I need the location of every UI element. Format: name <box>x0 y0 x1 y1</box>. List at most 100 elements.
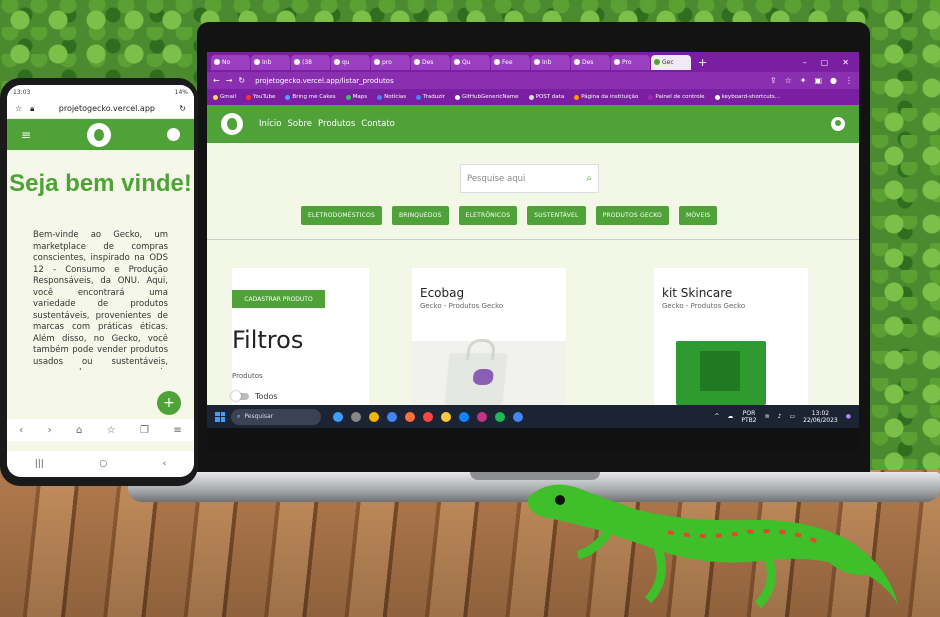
menu-icon[interactable]: ≡ <box>173 425 181 436</box>
gecko-logo-icon[interactable] <box>221 113 243 135</box>
add-product-button[interactable]: CADASTRAR PRODUTO <box>232 290 325 308</box>
recents-icon[interactable]: ||| <box>35 459 44 469</box>
browser-tab[interactable]: Inb <box>251 54 290 70</box>
reload-icon[interactable]: ↻ <box>179 104 186 113</box>
windows-start-icon[interactable] <box>215 411 225 422</box>
battery-icon[interactable]: ▭ <box>789 413 795 420</box>
browser-tab[interactable]: pro <box>371 54 410 70</box>
browser-tab[interactable]: Des <box>411 54 450 70</box>
share-icon[interactable]: ⇪ <box>770 76 777 85</box>
browser-tab[interactable]: (38 <box>291 54 330 70</box>
browser-tab[interactable]: Des <box>571 54 610 70</box>
star-icon[interactable]: ☆ <box>107 425 116 436</box>
back-icon[interactable]: ‹ <box>163 459 167 469</box>
nav-link-inicio[interactable]: Início <box>259 119 282 129</box>
home-button-icon[interactable]: ○ <box>99 459 107 469</box>
volume-icon[interactable]: ♪ <box>778 413 782 420</box>
search-icon[interactable]: ⌕ <box>586 173 592 184</box>
app-icon[interactable] <box>333 411 343 422</box>
category-sustentavel[interactable]: SUSTENTÁVEL <box>527 206 586 225</box>
folder-icon[interactable] <box>441 411 451 422</box>
edge-icon[interactable] <box>459 411 469 422</box>
category-moveis[interactable]: MÓVEIS <box>678 206 718 225</box>
home-icon[interactable]: ⌂ <box>76 425 82 436</box>
app-icon[interactable] <box>423 411 433 422</box>
bookmark[interactable]: Maps <box>345 94 367 100</box>
chrome-icon[interactable] <box>513 411 523 422</box>
nav-link-contato[interactable]: Contato <box>361 119 395 129</box>
bookmark-icon <box>574 94 580 100</box>
user-account-icon[interactable] <box>831 117 845 131</box>
back-icon[interactable]: ‹ <box>19 425 23 436</box>
wifi-icon[interactable]: ≋ <box>765 413 770 420</box>
bookmark[interactable]: Painel de controle <box>648 94 705 100</box>
bookmark[interactable]: Traduzir <box>416 94 445 100</box>
bookmark[interactable]: keyboard-shortcuts... <box>714 94 780 100</box>
extensions-icon[interactable]: ✦ <box>800 76 807 85</box>
new-tab-button[interactable]: + <box>698 56 707 69</box>
taskbar-search[interactable]: ⌕ Pesquisar <box>231 408 321 425</box>
tab-favicon-icon <box>494 59 500 65</box>
add-fab-button[interactable]: + <box>157 391 181 415</box>
browser-tab[interactable]: Inb <box>531 54 570 70</box>
star-icon[interactable]: ☆ <box>15 104 22 113</box>
category-list: ELETRODOMÉSTICOS BRINQUEDOS ELETRÔNICOS … <box>301 206 718 225</box>
gecko-logo-icon[interactable] <box>87 122 112 147</box>
welcome-title: Seja bem vinde! <box>9 170 192 197</box>
category-eletronicos[interactable]: ELETRÔNICOS <box>458 206 518 225</box>
product-card[interactable]: Ecobag Gecko - Produtos Gecko <box>412 268 566 405</box>
category-eletrodomesticos[interactable]: ELETRODOMÉSTICOS <box>301 206 382 225</box>
browser-tab[interactable]: No <box>211 54 250 70</box>
url-field[interactable]: projetogecko.vercel.app/listar_produtos <box>255 77 394 85</box>
close-icon[interactable]: ✕ <box>842 58 849 67</box>
category-produtos-gecko[interactable]: PRODUTOS GECKO <box>595 206 669 225</box>
chrome-icon[interactable] <box>387 411 397 422</box>
search-input[interactable]: Pesquise aqui ⌕ <box>460 164 599 193</box>
sidebar-icon[interactable]: ▣ <box>814 76 822 85</box>
product-name: kit Skincare <box>662 286 733 300</box>
minimize-icon[interactable]: – <box>803 58 807 67</box>
product-brand: Gecko - Produtos Gecko <box>420 302 504 310</box>
browser-tab[interactable]: Fee <box>491 54 530 70</box>
maximize-icon[interactable]: ▢ <box>821 58 829 67</box>
forward-icon[interactable]: › <box>48 425 52 436</box>
browser-tab[interactable]: Qu <box>451 54 490 70</box>
menu-icon[interactable]: ⋮ <box>845 76 853 85</box>
skincare-image <box>676 341 766 405</box>
hamburger-menu-icon[interactable]: ≡ <box>21 128 31 142</box>
bookmark[interactable]: Página da instituição <box>574 94 638 100</box>
user-account-icon[interactable] <box>167 128 180 141</box>
star-icon[interactable]: ☆ <box>785 76 792 85</box>
forward-icon[interactable]: → <box>226 76 233 85</box>
product-card[interactable]: kit Skincare Gecko - Produtos Gecko <box>654 268 808 405</box>
browser-tab-active[interactable]: Gec <box>651 54 691 70</box>
smartphone: 13:03 14% ☆ 🔒︎ projetogecko.vercel.app ↻… <box>0 78 198 486</box>
filter-all-toggle[interactable]: Todos <box>231 391 278 401</box>
nav-link-sobre[interactable]: Sobre <box>288 119 313 129</box>
firefox-icon[interactable] <box>405 411 415 422</box>
tab-favicon-icon <box>254 59 260 65</box>
spotify-icon[interactable] <box>495 411 505 422</box>
back-icon[interactable]: ← <box>213 76 220 85</box>
bookmark[interactable]: POST data <box>528 94 564 100</box>
reload-icon[interactable]: ↻ <box>238 76 245 85</box>
app-icon[interactable] <box>369 411 379 422</box>
profile-icon[interactable]: ● <box>830 76 837 85</box>
bookmark[interactable]: Notícias <box>377 94 406 100</box>
browser-tab[interactable]: Pro <box>611 54 650 70</box>
tab-favicon-icon <box>574 59 580 65</box>
browser-tab[interactable]: qu <box>331 54 370 70</box>
app-icon[interactable] <box>477 411 487 422</box>
notification-icon[interactable]: ● <box>846 413 851 420</box>
bookmark[interactable]: GitHubGenericName <box>454 94 519 100</box>
chevron-up-icon[interactable]: ^ <box>714 413 719 420</box>
category-brinquedos[interactable]: BRINQUEDOS <box>391 206 449 225</box>
app-icon[interactable] <box>351 411 361 422</box>
bookmark[interactable]: YouTube <box>246 94 275 100</box>
nav-link-produtos[interactable]: Produtos <box>318 119 355 129</box>
toggle-switch[interactable] <box>231 391 249 401</box>
tabs-icon[interactable]: ❐ <box>140 425 149 436</box>
bookmark[interactable]: Bring me Cakes <box>285 94 336 100</box>
phone-url[interactable]: projetogecko.vercel.app <box>42 104 171 113</box>
bookmark[interactable]: Gmail <box>213 94 236 100</box>
